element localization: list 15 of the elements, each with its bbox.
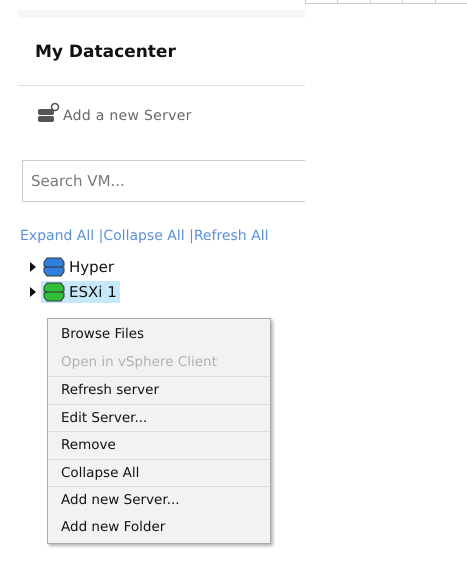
search-field[interactable]: Search VM... — [22, 160, 305, 202]
tree-item[interactable]: Hyper — [41, 256, 118, 278]
menu-item[interactable]: Refresh server — [48, 376, 270, 404]
add-server-link[interactable]: Add a new Server — [37, 102, 192, 124]
menu-item[interactable]: Remove — [48, 431, 270, 458]
menu-item[interactable]: Collapse All — [48, 458, 270, 486]
menu-item[interactable]: Edit Server... — [48, 404, 270, 431]
expand-arrow-icon[interactable] — [29, 262, 37, 272]
menu-item[interactable]: Add new Server... — [48, 486, 270, 514]
menu-item[interactable]: Add new Folder — [48, 514, 270, 541]
tree-item[interactable]: ESXi 1 — [41, 280, 120, 302]
expand-arrow-icon[interactable] — [29, 286, 37, 296]
panel-title: My Datacenter — [34, 41, 177, 64]
menu-item[interactable]: Browse Files — [48, 321, 270, 348]
server-add-icon — [37, 102, 61, 124]
